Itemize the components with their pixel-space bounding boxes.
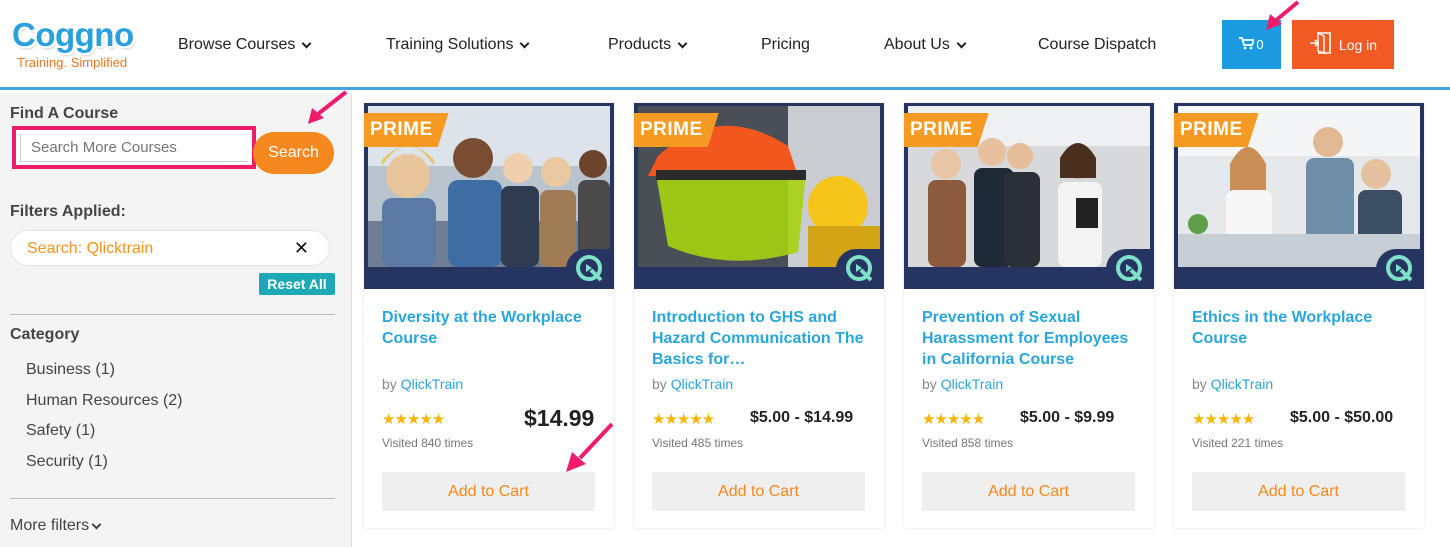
visit-count: Visited 840 times bbox=[382, 436, 474, 450]
course-price: $5.00 - $50.00 bbox=[1290, 409, 1394, 426]
visit-count: Visited 221 times bbox=[1192, 436, 1284, 450]
chevron-down-icon bbox=[677, 38, 688, 48]
more-filters-toggle[interactable]: More filters bbox=[10, 517, 102, 535]
course-title[interactable]: Prevention of Sexual Harassment for Empl… bbox=[922, 307, 1142, 370]
star-rating: ★★★★★ bbox=[652, 411, 715, 428]
chevron-down-icon bbox=[956, 38, 967, 48]
filters-applied-heading: Filters Applied: bbox=[10, 203, 126, 220]
nav-about-us[interactable]: About Us bbox=[884, 36, 967, 54]
chevron-down-icon bbox=[91, 519, 102, 529]
visit-count: Visited 485 times bbox=[652, 436, 744, 450]
visit-count: Visited 858 times bbox=[922, 436, 1014, 450]
by-label: by bbox=[1192, 376, 1207, 392]
prime-badge: PRIME bbox=[1174, 113, 1259, 147]
nav-label: Course Dispatch bbox=[1038, 36, 1157, 53]
course-price: $5.00 - $9.99 bbox=[1020, 409, 1115, 426]
logo-wordmark: Coggno bbox=[12, 16, 134, 53]
author-link[interactable]: QlickTrain bbox=[401, 376, 464, 392]
site-header: Coggno Training. Simplified Browse Cours… bbox=[0, 0, 1450, 90]
search-input[interactable] bbox=[20, 134, 248, 162]
chevron-down-icon bbox=[301, 38, 312, 48]
nav-label: Browse Courses bbox=[178, 36, 296, 53]
divider bbox=[10, 314, 335, 315]
login-button[interactable]: Log in bbox=[1292, 20, 1394, 69]
login-label: Log in bbox=[1338, 36, 1378, 53]
qlicktrain-logo-icon bbox=[1106, 249, 1154, 289]
by-label: by bbox=[652, 376, 667, 392]
course-price: $5.00 - $14.99 bbox=[750, 409, 854, 426]
nav-training-solutions[interactable]: Training Solutions bbox=[386, 36, 530, 54]
chevron-down-icon bbox=[520, 38, 530, 48]
nav-label: Training Solutions bbox=[386, 36, 514, 53]
logo-tagline: Training. Simplified bbox=[17, 55, 128, 70]
course-title[interactable]: Introduction to GHS and Hazard Communica… bbox=[652, 307, 872, 370]
cart-icon bbox=[1239, 36, 1256, 53]
prime-badge: PRIME bbox=[904, 113, 989, 147]
category-item[interactable]: Safety (1) bbox=[26, 422, 95, 440]
star-rating: ★★★★★ bbox=[382, 411, 445, 428]
annotation-arrow-icon bbox=[1266, 0, 1300, 30]
course-card[interactable]: PRIME Ethics in the Workplace Course by … bbox=[1174, 103, 1424, 528]
nav-pricing[interactable]: Pricing bbox=[761, 36, 810, 54]
search-button[interactable]: Search bbox=[253, 132, 334, 174]
nav-label: Products bbox=[608, 36, 672, 53]
cart-count: 0 bbox=[1256, 37, 1264, 52]
nav-browse-courses[interactable]: Browse Courses bbox=[178, 36, 312, 54]
search-highlight-box bbox=[12, 126, 256, 169]
coggno-logo[interactable]: Coggno Training. Simplified bbox=[12, 16, 147, 72]
add-to-cart-button[interactable]: Add to Cart bbox=[922, 472, 1135, 511]
login-icon bbox=[1309, 31, 1333, 58]
find-course-heading: Find A Course bbox=[10, 105, 119, 122]
category-item[interactable]: Security (1) bbox=[26, 453, 108, 471]
add-to-cart-button[interactable]: Add to Cart bbox=[382, 472, 595, 511]
by-label: by bbox=[382, 376, 397, 392]
filter-sidebar: Find A Course Search Filters Applied: Se… bbox=[0, 93, 352, 547]
course-thumbnail[interactable]: PRIME bbox=[1174, 103, 1424, 289]
active-filter-label: Search: Qlicktrain bbox=[27, 240, 154, 257]
by-label: by bbox=[922, 376, 937, 392]
annotation-arrow-icon bbox=[308, 90, 348, 124]
add-to-cart-button[interactable]: Add to Cart bbox=[652, 472, 865, 511]
divider bbox=[10, 498, 335, 499]
qlicktrain-logo-icon bbox=[1376, 249, 1424, 289]
prime-badge: PRIME bbox=[634, 113, 719, 147]
course-thumbnail[interactable]: PRIME bbox=[634, 103, 884, 289]
annotation-arrow-icon bbox=[566, 422, 614, 472]
more-filters-label: More filters bbox=[10, 517, 90, 534]
course-thumbnail[interactable]: PRIME bbox=[904, 103, 1154, 289]
add-to-cart-button[interactable]: Add to Cart bbox=[1192, 472, 1405, 511]
nav-label: About Us bbox=[884, 36, 950, 53]
qlicktrain-logo-icon bbox=[836, 249, 884, 289]
qlicktrain-logo-icon bbox=[566, 249, 614, 289]
category-item[interactable]: Business (1) bbox=[26, 361, 115, 379]
nav-products[interactable]: Products bbox=[608, 36, 688, 54]
prime-badge: PRIME bbox=[364, 113, 449, 147]
category-item[interactable]: Human Resources (2) bbox=[26, 392, 183, 410]
nav-course-dispatch[interactable]: Course Dispatch bbox=[1038, 36, 1156, 54]
star-rating: ★★★★★ bbox=[922, 411, 985, 428]
course-author-line: by QlickTrain bbox=[922, 376, 1003, 392]
course-thumbnail[interactable]: PRIME bbox=[364, 103, 614, 289]
close-icon[interactable]: ✕ bbox=[294, 238, 309, 259]
course-author-line: by QlickTrain bbox=[1192, 376, 1273, 392]
author-link[interactable]: QlickTrain bbox=[1211, 376, 1274, 392]
author-link[interactable]: QlickTrain bbox=[941, 376, 1004, 392]
course-author-line: by QlickTrain bbox=[382, 376, 463, 392]
course-title[interactable]: Diversity at the Workplace Course bbox=[382, 307, 602, 349]
category-heading: Category bbox=[10, 326, 80, 343]
reset-all-button[interactable]: Reset All bbox=[259, 273, 335, 295]
course-title[interactable]: Ethics in the Workplace Course bbox=[1192, 307, 1412, 349]
author-link[interactable]: QlickTrain bbox=[671, 376, 734, 392]
star-rating: ★★★★★ bbox=[1192, 411, 1255, 428]
nav-label: Pricing bbox=[761, 36, 810, 53]
active-filter-pill: Search: Qlicktrain ✕ bbox=[10, 230, 330, 266]
course-card[interactable]: PRIME Prevention of Sexual Harassment fo… bbox=[904, 103, 1154, 528]
course-author-line: by QlickTrain bbox=[652, 376, 733, 392]
course-card[interactable]: PRIME Introduction to GHS and Hazard Com… bbox=[634, 103, 884, 528]
